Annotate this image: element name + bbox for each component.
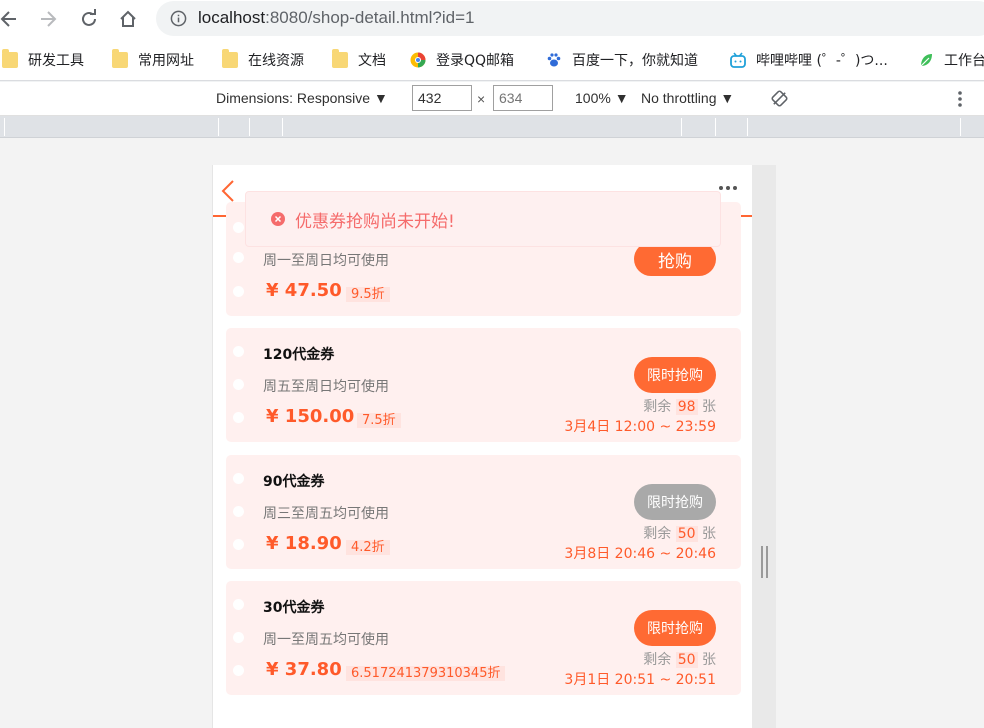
coupon-desc: 周一至周五均可使用 [263, 632, 389, 648]
address-bar[interactable]: localhost:8080/shop-detail.html?id=1 [156, 1, 984, 36]
leaf-icon [920, 54, 932, 67]
bookmark-folder[interactable]: 常用网址 [112, 49, 194, 70]
home-button[interactable] [115, 6, 141, 32]
rotate-icon[interactable] [770, 89, 789, 108]
card-notch [233, 539, 244, 550]
buy-button[interactable]: 抢购 [634, 242, 716, 276]
devtools-device-toolbar: Dimensions: Responsive ▼ × 100% ▼ No thr… [0, 82, 984, 116]
bookmark-folder[interactable]: 文档 [332, 49, 386, 70]
bilibili-icon [730, 52, 746, 68]
resize-handle[interactable] [761, 546, 769, 578]
coupon-discount: 9.5折 [346, 287, 390, 302]
bookmarks-bar: 研发工具 常用网址 在线资源 文档 登录QQ邮箱 百度一下，你就知道 哔哩哔哩 … [0, 38, 984, 81]
card-notch [233, 222, 244, 233]
error-toast: 优惠券抢购尚未开始! [245, 191, 721, 247]
bookmark-label: 文档 [358, 53, 386, 69]
coupon-desc: 周一至周日均可使用 [263, 253, 389, 269]
coupon-card: 120代金券 周五至周日均可使用 ¥ 150.00 7.5折 限时抢购 剩余 9… [226, 328, 741, 442]
bookmark-link[interactable]: 哔哩哔哩 (゜-゜)つ... [730, 50, 888, 70]
sale-time: 3月1日 20:51 ~ 20:51 [564, 672, 716, 688]
folder-icon [2, 49, 18, 68]
coupon-price: ¥ 37.80 [266, 659, 342, 680]
times-separator: × [477, 91, 486, 107]
coupon-title: 30代金券 [263, 600, 325, 616]
card-notch [233, 473, 244, 484]
flash-buy-button-disabled[interactable]: 限时抢购 [634, 484, 716, 520]
card-notch [233, 379, 244, 390]
bookmark-label: 登录QQ邮箱 [436, 53, 515, 69]
arrow-right-icon [41, 11, 57, 27]
coupon-price: ¥ 18.90 [266, 533, 342, 554]
media-query-ruler[interactable] [0, 116, 984, 138]
forward-button[interactable] [35, 6, 61, 32]
url-host: localhost [198, 8, 266, 27]
bookmark-label: 工作台 [944, 53, 984, 69]
coupon-desc: 周三至周五均可使用 [263, 506, 389, 522]
sale-time: 3月8日 20:46 ~ 20:46 [564, 546, 716, 562]
width-input[interactable] [412, 85, 472, 111]
info-icon[interactable] [170, 10, 187, 27]
card-notch [233, 412, 244, 423]
folder-icon [222, 49, 238, 68]
card-notch [233, 632, 244, 643]
bookmark-folder[interactable]: 在线资源 [222, 49, 304, 70]
card-notch [233, 346, 244, 357]
more-horizontal-icon[interactable] [718, 183, 738, 193]
folder-icon [332, 49, 348, 68]
coupon-card: 90代金券 周三至周五均可使用 ¥ 18.90 4.2折 限时抢购 剩余 50 … [226, 455, 741, 569]
card-notch [233, 286, 244, 297]
coupon-price: ¥ 150.00 [266, 406, 355, 427]
throttling-dropdown[interactable]: No throttling ▼ [641, 90, 734, 106]
bookmark-label: 常用网址 [138, 53, 194, 69]
remaining-stock: 剩余 50 张 [643, 526, 716, 542]
reload-icon [82, 9, 96, 26]
card-notch [233, 599, 244, 610]
remaining-stock: 剩余 50 张 [643, 652, 716, 668]
coupon-card: 30代金券 周一至周五均可使用 ¥ 37.80 6.51724137931034… [226, 581, 741, 695]
url-path: :8080/shop-detail.html?id=1 [265, 8, 475, 27]
bookmark-label: 哔哩哔哩 (゜-゜)つ... [756, 53, 888, 69]
remaining-stock: 剩余 98 张 [643, 399, 716, 415]
bookmark-link[interactable]: 工作台 [918, 50, 984, 70]
toast-message: 优惠券抢购尚未开始! [295, 211, 455, 232]
back-button[interactable] [0, 6, 22, 32]
more-vertical-icon[interactable] [954, 89, 966, 109]
reload-button[interactable] [76, 6, 102, 32]
card-notch [233, 506, 244, 517]
baidu-paw-icon [547, 53, 561, 67]
coupon-title: 120代金券 [263, 347, 335, 363]
card-notch [233, 252, 244, 263]
coupon-title: 90代金券 [263, 474, 325, 490]
height-input[interactable] [493, 85, 553, 111]
home-icon [120, 10, 136, 27]
coupon-discount: 7.5折 [357, 413, 401, 428]
zoom-dropdown[interactable]: 100% ▼ [575, 90, 629, 106]
back-chevron-icon[interactable] [219, 179, 237, 203]
bookmark-link[interactable]: 百度一下，你就知道 [546, 50, 698, 70]
bookmark-label: 研发工具 [28, 53, 84, 69]
qq-mail-icon [410, 52, 426, 68]
coupon-price: ¥ 47.50 [266, 280, 342, 301]
arrow-left-icon [0, 11, 16, 27]
flash-buy-button[interactable]: 限时抢购 [634, 357, 716, 393]
bookmark-folder[interactable]: 研发工具 [2, 49, 84, 70]
coupon-desc: 周五至周日均可使用 [263, 379, 389, 395]
flash-buy-button[interactable]: 限时抢购 [634, 610, 716, 646]
folder-icon [112, 49, 128, 68]
bookmark-link[interactable]: 登录QQ邮箱 [410, 50, 514, 70]
error-circle-icon [271, 212, 285, 226]
bookmark-label: 在线资源 [248, 53, 304, 69]
viewport-edge [752, 165, 776, 728]
device-viewport: 优惠券抢购尚未开始! 周一至周日均可使用 ¥ 47.50 9.5折 抢购 120… [212, 165, 752, 728]
coupon-discount: 6.517241379310345折 [346, 666, 506, 681]
sale-time: 3月4日 12:00 ~ 23:59 [564, 419, 716, 435]
browser-toolbar: localhost:8080/shop-detail.html?id=1 [0, 0, 984, 38]
url-text[interactable]: localhost:8080/shop-detail.html?id=1 [198, 8, 474, 28]
coupon-discount: 4.2折 [346, 540, 390, 555]
card-notch [233, 665, 244, 676]
bookmark-label: 百度一下，你就知道 [572, 53, 698, 69]
dimensions-dropdown[interactable]: Dimensions: Responsive ▼ [216, 90, 388, 106]
